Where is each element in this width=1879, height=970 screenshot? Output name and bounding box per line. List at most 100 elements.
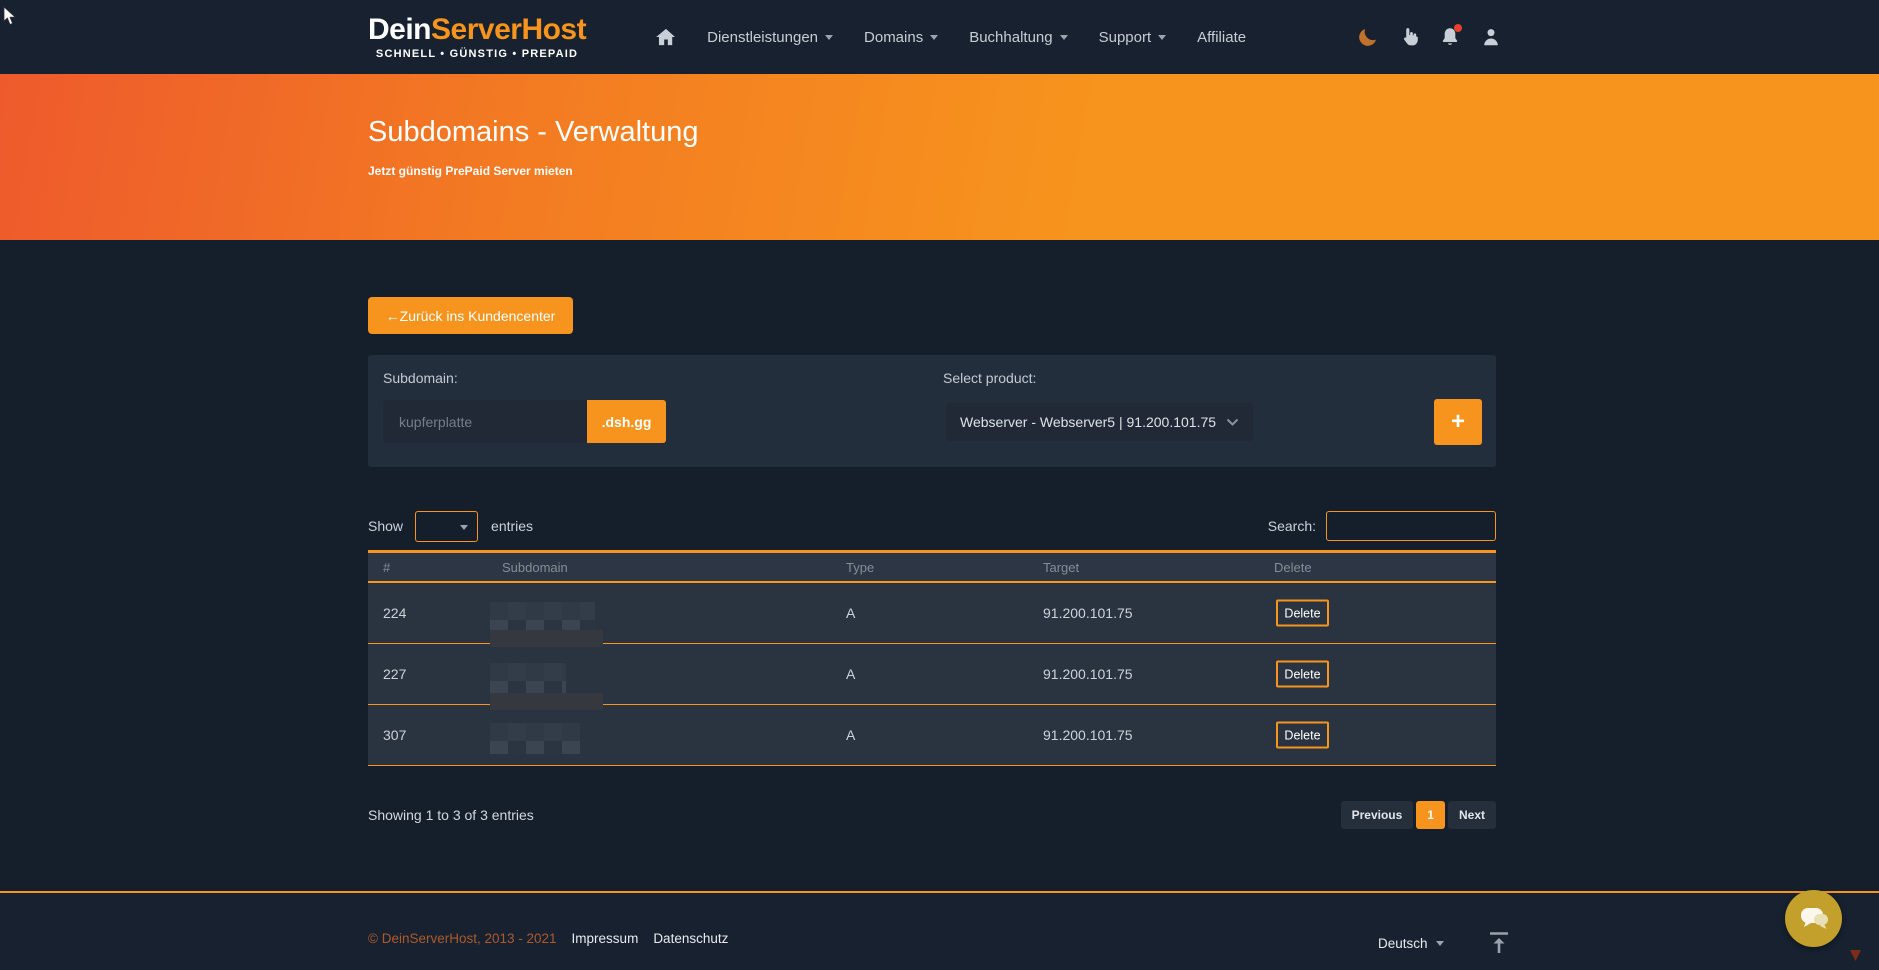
chevron-down-icon [1158, 35, 1166, 40]
nav-dienstleistungen-label: Dienstleistungen [707, 29, 818, 46]
row-id: 307 [383, 727, 406, 743]
row-type: A [846, 666, 855, 682]
language-select-value: Deutsch [1378, 936, 1428, 951]
redacted-subdomain [490, 602, 595, 630]
pagination-page-1[interactable]: 1 [1416, 801, 1445, 829]
footer-left: © DeinServerHost, 2013 - 2021 Impressum … [368, 931, 728, 946]
col-header-id: # [383, 560, 390, 575]
col-header-delete: Delete [1274, 560, 1312, 575]
logo-part-2: Server [431, 13, 521, 46]
footer-right: Deutsch [1378, 931, 1510, 955]
nav-domains-label: Domains [864, 29, 923, 46]
nav-buchhaltung[interactable]: Buchhaltung [969, 29, 1067, 46]
navbar: DeinServerHost SCHNELL • GÜNSTIG • PREPA… [0, 0, 1879, 74]
product-select[interactable]: Webserver - Webserver5 | 91.200.101.75 [946, 403, 1253, 441]
home-icon [656, 28, 676, 46]
logo-part-1: Dein [368, 13, 431, 46]
row-id: 224 [383, 605, 406, 621]
nav-dienstleistungen[interactable]: Dienstleistungen [707, 29, 833, 46]
row-target: 91.200.101.75 [1043, 666, 1133, 682]
scroll-to-top-button[interactable] [1488, 931, 1510, 955]
table-controls: Show entries Search: [368, 508, 1496, 544]
subdomains-table: # Subdomain Type Target Delete 224 A 91.… [368, 550, 1496, 766]
product-select-value: Webserver - Webserver5 | 91.200.101.75 [960, 414, 1226, 430]
entries-per-page-select[interactable] [415, 511, 478, 542]
row-id: 227 [383, 666, 406, 682]
chat-bubbles-icon [1798, 905, 1830, 933]
table-row: 227 A 91.200.101.75 Delete [368, 644, 1496, 705]
copyright-text: © DeinServerHost, 2013 - 2021 [368, 931, 557, 946]
col-header-subdomain: Subdomain [502, 560, 568, 575]
pointer-button[interactable] [1396, 24, 1422, 50]
table-footer: Showing 1 to 3 of 3 entries Previous 1 N… [368, 800, 1496, 830]
entries-label: entries [491, 518, 533, 534]
nav-support-label: Support [1099, 29, 1152, 46]
user-icon [1480, 26, 1502, 48]
account-button[interactable] [1478, 24, 1504, 50]
row-target: 91.200.101.75 [1043, 727, 1133, 743]
footer-link-impressum[interactable]: Impressum [572, 931, 639, 946]
nav-affiliate-label: Affiliate [1197, 29, 1246, 46]
subdomain-create-panel: Subdomain: .dsh.gg Select product: Webse… [368, 355, 1496, 467]
nav-home[interactable] [656, 28, 676, 46]
product-label: Select product: [943, 370, 1036, 386]
pagination: Previous 1 Next [1341, 801, 1496, 829]
subdomain-label: Subdomain: [383, 370, 458, 386]
notifications-button[interactable] [1437, 24, 1463, 50]
search-group: Search: [1268, 511, 1496, 541]
main-menu: Dienstleistungen Domains Buchhaltung Sup… [656, 28, 1246, 46]
row-type: A [846, 727, 855, 743]
logo-part-3: Host [521, 13, 586, 46]
table-row: 307 A 91.200.101.75 Delete [368, 705, 1496, 766]
nav-affiliate[interactable]: Affiliate [1197, 29, 1246, 46]
chevron-down-icon [1436, 941, 1444, 946]
nav-buchhaltung-label: Buchhaltung [969, 29, 1052, 46]
row-type: A [846, 605, 855, 621]
search-input[interactable] [1326, 511, 1496, 541]
nav-domains[interactable]: Domains [864, 29, 938, 46]
table-row: 224 A 91.200.101.75 Delete [368, 583, 1496, 644]
brand-logo[interactable]: DeinServerHost SCHNELL • GÜNSTIG • PREPA… [368, 15, 586, 60]
redacted-subdomain [490, 723, 580, 754]
col-header-type: Type [846, 560, 874, 575]
page-subtitle: Jetzt günstig PrePaid Server mieten [368, 164, 1879, 178]
pagination-next[interactable]: Next [1448, 801, 1496, 829]
row-target: 91.200.101.75 [1043, 605, 1133, 621]
moon-icon [1357, 26, 1379, 48]
page-title: Subdomains - Verwaltung [368, 116, 1879, 149]
pagination-previous[interactable]: Previous [1341, 801, 1414, 829]
add-subdomain-button[interactable]: + [1434, 399, 1482, 445]
chevron-down-icon [1060, 35, 1068, 40]
chat-minimize-arrow-icon[interactable] [1848, 949, 1863, 967]
footer-link-datenschutz[interactable]: Datenschutz [653, 931, 728, 946]
delete-button[interactable]: Delete [1276, 722, 1329, 749]
brand-tagline: SCHNELL • GÜNSTIG • PREPAID [368, 48, 586, 60]
theme-toggle-button[interactable] [1355, 24, 1381, 50]
chevron-down-icon [1226, 418, 1239, 427]
subdomain-input-group: .dsh.gg [383, 400, 666, 443]
show-label: Show [368, 518, 403, 534]
subdomain-input[interactable] [383, 400, 587, 443]
footer: © DeinServerHost, 2013 - 2021 Impressum … [0, 893, 1879, 970]
back-to-customer-center-button[interactable]: ←Zurück ins Kundencenter [368, 297, 573, 334]
page-header-banner: Subdomains - Verwaltung Jetzt günstig Pr… [0, 74, 1879, 240]
redacted-subdomain-strip [490, 693, 603, 710]
notification-dot [1454, 24, 1462, 32]
search-label: Search: [1268, 518, 1316, 534]
entries-summary: Showing 1 to 3 of 3 entries [368, 807, 534, 823]
page: { "navbar": { "logo": { "part1": "Dein",… [0, 0, 1879, 970]
chevron-down-icon [825, 35, 833, 40]
domain-suffix-addon: .dsh.gg [587, 400, 666, 443]
chevron-down-icon [460, 525, 468, 530]
chat-widget-button[interactable] [1785, 890, 1842, 947]
mouse-cursor [3, 6, 17, 26]
main-content: ←Zurück ins Kundencenter Subdomain: .dsh… [0, 240, 1879, 891]
brand-logo-text: DeinServerHost [368, 15, 586, 45]
chevron-down-icon [930, 35, 938, 40]
hand-pointer-icon [1398, 26, 1420, 48]
language-select[interactable]: Deutsch [1378, 936, 1444, 951]
delete-button[interactable]: Delete [1276, 661, 1329, 688]
table-header-row: # Subdomain Type Target Delete [368, 550, 1496, 583]
nav-support[interactable]: Support [1099, 29, 1167, 46]
delete-button[interactable]: Delete [1276, 600, 1329, 627]
